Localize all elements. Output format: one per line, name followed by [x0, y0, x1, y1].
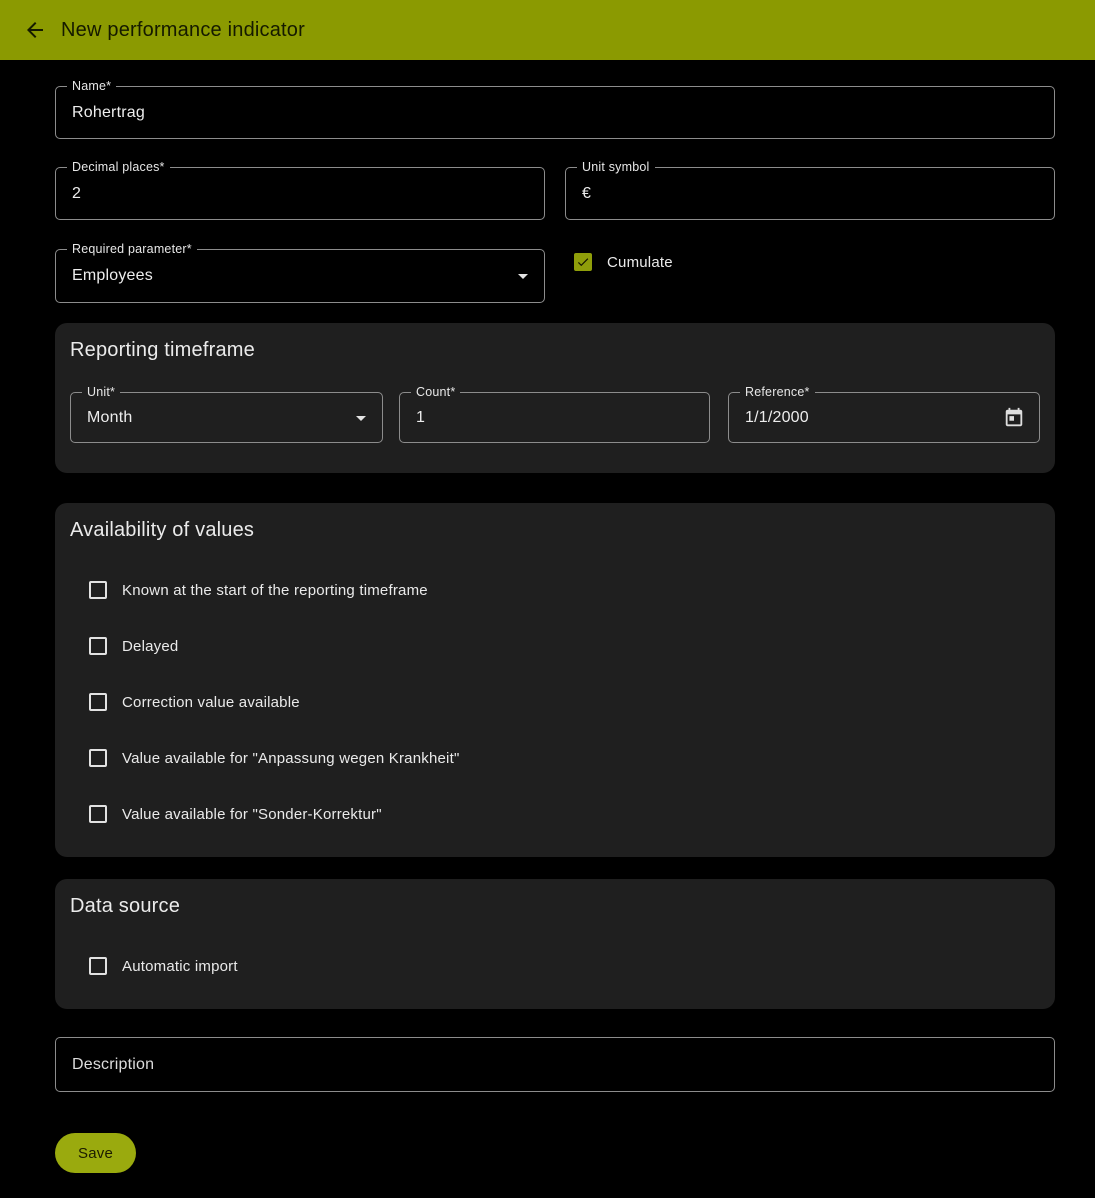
calendar-icon[interactable] — [999, 403, 1029, 433]
unit-value: Month — [87, 409, 132, 427]
count-value: 1 — [416, 409, 425, 427]
data-source-option-row[interactable]: Automatic import — [89, 957, 238, 975]
unit-symbol-label: Unit symbol — [577, 159, 655, 176]
known-at-start-label[interactable]: Known at the start of the reporting time… — [122, 582, 428, 599]
cumulate-label[interactable]: Cumulate — [607, 254, 673, 271]
sonder-korrektur-checkbox[interactable] — [89, 805, 107, 823]
availability-option-row[interactable]: Value available for "Anpassung wegen Kra… — [89, 749, 459, 767]
automatic-import-checkbox[interactable] — [89, 957, 107, 975]
correction-value-label[interactable]: Correction value available — [122, 694, 300, 711]
count-field[interactable]: Count* 1 — [399, 392, 710, 443]
decimal-places-field[interactable]: Decimal places* 2 — [55, 167, 545, 220]
data-source-card: Data source Automatic import — [55, 879, 1055, 1009]
reporting-timeframe-title: Reporting timeframe — [70, 339, 255, 362]
availability-of-values-card: Availability of values Known at the star… — [55, 503, 1055, 857]
delayed-checkbox[interactable] — [89, 637, 107, 655]
unit-symbol-value: € — [582, 185, 591, 203]
required-parameter-select[interactable]: Required parameter* Employees — [55, 249, 545, 303]
save-button[interactable]: Save — [55, 1133, 136, 1173]
page-title: New performance indicator — [61, 19, 305, 42]
availability-option-row[interactable]: Delayed — [89, 637, 178, 655]
unit-label: Unit* — [82, 384, 120, 401]
dropdown-arrow-icon — [356, 416, 366, 421]
unit-symbol-field[interactable]: Unit symbol € — [565, 167, 1055, 220]
availability-option-row[interactable]: Value available for "Sonder-Korrektur" — [89, 805, 382, 823]
unit-select[interactable]: Unit* Month — [70, 392, 383, 443]
availability-option-row[interactable]: Correction value available — [89, 693, 300, 711]
cumulate-checkbox-row[interactable]: Cumulate — [574, 253, 673, 271]
back-arrow-icon[interactable] — [22, 17, 48, 43]
name-field-value: Rohertrag — [72, 104, 145, 122]
decimal-places-value: 2 — [72, 185, 81, 203]
delayed-label[interactable]: Delayed — [122, 638, 178, 655]
app-bar: New performance indicator — [0, 0, 1095, 60]
sonder-korrektur-label[interactable]: Value available for "Sonder-Korrektur" — [122, 806, 382, 823]
anpassung-wegen-krankheit-label[interactable]: Value available for "Anpassung wegen Kra… — [122, 750, 459, 767]
description-field[interactable]: Description — [55, 1037, 1055, 1092]
cumulate-checkbox[interactable] — [574, 253, 592, 271]
count-label: Count* — [411, 384, 460, 401]
correction-value-checkbox[interactable] — [89, 693, 107, 711]
reporting-timeframe-card: Reporting timeframe Unit* Month Count* 1… — [55, 323, 1055, 473]
dropdown-arrow-icon — [518, 274, 528, 279]
name-field-label: Name* — [67, 78, 116, 95]
reference-label: Reference* — [740, 384, 815, 401]
description-label: Description — [72, 1056, 154, 1074]
reference-value: 1/1/2000 — [745, 409, 809, 427]
name-field[interactable]: Name* Rohertrag — [55, 86, 1055, 139]
known-at-start-checkbox[interactable] — [89, 581, 107, 599]
automatic-import-label[interactable]: Automatic import — [122, 958, 238, 975]
anpassung-wegen-krankheit-checkbox[interactable] — [89, 749, 107, 767]
reference-date-field[interactable]: Reference* 1/1/2000 — [728, 392, 1040, 443]
data-source-title: Data source — [70, 895, 180, 918]
availability-of-values-title: Availability of values — [70, 519, 254, 542]
decimal-places-label: Decimal places* — [67, 159, 170, 176]
availability-option-row[interactable]: Known at the start of the reporting time… — [89, 581, 428, 599]
required-parameter-label: Required parameter* — [67, 241, 197, 258]
required-parameter-value: Employees — [72, 267, 153, 285]
